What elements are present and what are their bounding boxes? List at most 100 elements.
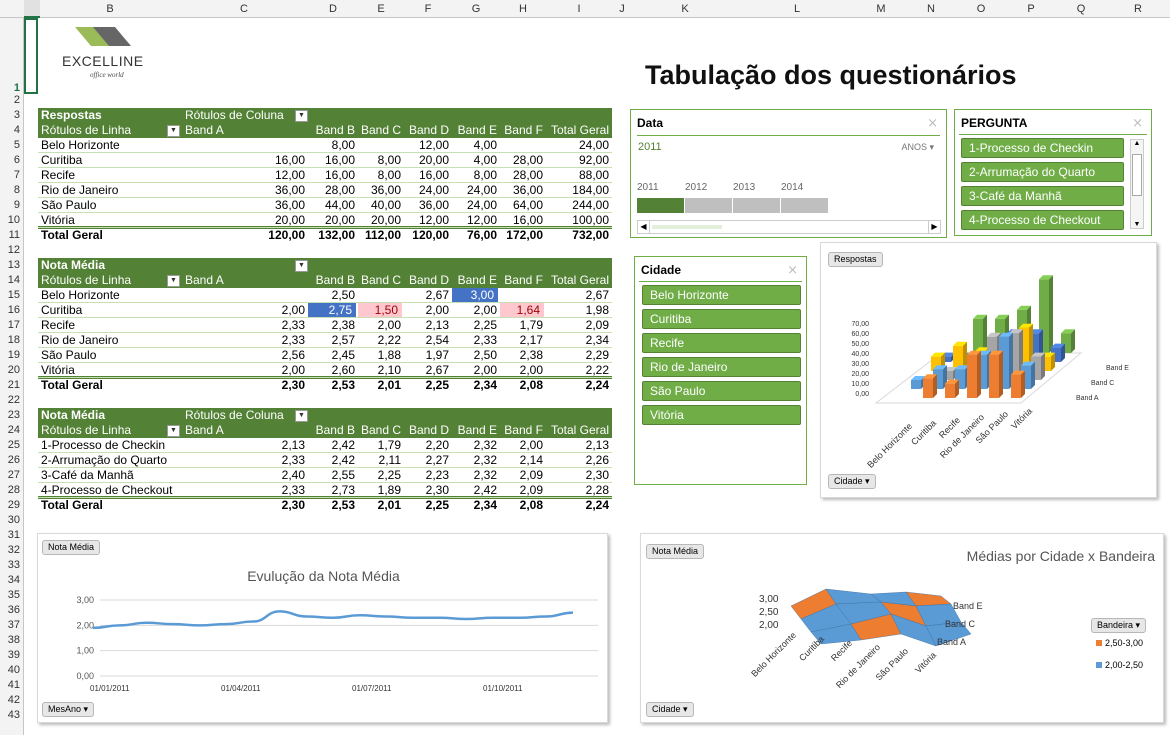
column-label[interactable]: J [612,3,632,15]
row-label[interactable]: 32 [8,544,20,556]
bar[interactable] [911,380,921,389]
bar-side[interactable] [1071,329,1075,353]
row-label[interactable]: 3 [14,109,20,121]
slicer-item[interactable]: São Paulo [642,381,801,401]
row-label[interactable]: 1 [14,82,20,94]
field-button-mesano[interactable]: MesAno ▾ [42,702,95,717]
clear-filter-icon[interactable]: ⨯ [787,262,798,278]
row-label[interactable]: 26 [8,454,20,466]
row-label[interactable]: 15 [8,289,20,301]
column-label[interactable]: B [40,3,180,15]
chart-medias-cidade-bandeira[interactable]: Nota Média Médias por Cidade x Bandeira … [640,533,1164,723]
bar-side[interactable] [933,374,937,398]
row-label[interactable]: 22 [8,394,20,406]
column-label[interactable]: O [956,3,1006,15]
value-filter-dropdown[interactable]: ▼ [295,260,308,272]
row-label[interactable]: 14 [8,274,20,286]
row-label[interactable]: 29 [8,499,20,511]
row-filter-dropdown[interactable]: ▼ [167,125,180,137]
bar-side[interactable] [999,350,1003,398]
selected-cell-a1[interactable] [24,18,38,94]
slicer-item[interactable]: 3-Café da Manhã [961,186,1124,206]
row-filter-dropdown[interactable]: ▼ [167,425,180,437]
timeline-period[interactable] [685,198,732,213]
bar-side[interactable] [1041,352,1045,380]
slicer-item[interactable]: Vitória [642,405,801,425]
row-label[interactable]: 37 [8,619,20,631]
row-label[interactable]: 31 [8,529,20,541]
row-label[interactable]: 23 [8,409,20,421]
row-label[interactable]: 9 [14,199,20,211]
timeline-scrollbar[interactable]: ◀ ▶ [637,220,941,234]
column-label[interactable]: P [1006,3,1056,15]
column-label[interactable]: C [180,3,308,15]
row-label[interactable]: 12 [8,244,20,256]
slicer-item[interactable]: 1-Processo de Checkin [961,138,1124,158]
column-label[interactable]: E [358,3,404,15]
timeline-period[interactable] [637,198,684,213]
row-label[interactable]: 4 [14,124,20,136]
timeline-period[interactable] [781,198,828,213]
row-label[interactable]: 21 [8,379,20,391]
row-label[interactable]: 42 [8,694,20,706]
row-label[interactable]: 6 [14,154,20,166]
row-label[interactable]: 5 [14,139,20,151]
row-label[interactable]: 43 [8,709,20,721]
bar-side[interactable] [1031,361,1035,389]
bar[interactable] [923,378,933,398]
column-label[interactable]: D [308,3,358,15]
row-label[interactable]: 36 [8,604,20,616]
column-label[interactable]: I [546,3,612,15]
row-label[interactable]: 11 [9,229,20,241]
row-label[interactable]: 33 [8,559,20,571]
bar[interactable] [945,383,955,398]
slicer-data[interactable]: Data ⨯ 2011 ANOS ▾ 2011 2012 2013 2014 ◀ ▶ [630,109,947,238]
clear-filter-icon[interactable]: ⨯ [1132,115,1143,131]
chart-respostas-3d-bar[interactable]: Respostas Cidade ▾ 70,00 60,00 50,00 40,00 3… [820,242,1157,498]
row-label[interactable]: 41 [8,679,20,691]
row-label[interactable]: 13 [8,259,20,271]
slicer-data-level[interactable]: ANOS ▾ [901,142,934,153]
row-label[interactable]: 38 [8,634,20,646]
scroll-thumb[interactable] [652,225,722,229]
slicer-item[interactable]: Recife [642,333,801,353]
column-label[interactable]: K [632,3,738,15]
row-label[interactable]: 20 [8,364,20,376]
row-label[interactable]: 16 [8,304,20,316]
row-label[interactable]: 25 [8,439,20,451]
column-label[interactable]: R [1106,3,1170,15]
row-label[interactable]: 17 [8,319,20,331]
field-button-bandeira[interactable]: Bandeira ▾ [1091,618,1147,633]
column-label[interactable]: G [452,3,500,15]
column-label[interactable]: F [404,3,452,15]
scroll-thumb[interactable] [1132,154,1142,196]
slicer-item[interactable]: 2-Arrumação do Quarto [961,162,1124,182]
scroll-left-icon[interactable]: ◀ [638,221,650,233]
row-label[interactable]: 24 [8,424,20,436]
column-label[interactable]: Q [1056,3,1106,15]
selected-column-a[interactable] [24,0,40,18]
row-label[interactable]: 27 [8,469,20,481]
column-label[interactable]: L [738,3,856,15]
slicer-item[interactable]: Rio de Janeiro [642,357,801,377]
row-label[interactable]: 19 [8,349,20,361]
field-button-cidade[interactable]: Cidade ▾ [646,702,694,717]
row-label[interactable]: 8 [14,184,20,196]
row-label[interactable]: 18 [8,334,20,346]
slicer-item[interactable]: 4-Processo de Checkout [961,210,1124,230]
slicer-scrollbar[interactable]: ▲ ▼ [1130,139,1144,229]
bar-side[interactable] [1049,275,1053,353]
row-label[interactable]: 35 [8,589,20,601]
clear-filter-icon[interactable]: ⨯ [927,115,938,131]
column-label[interactable]: N [906,3,956,15]
bar-side[interactable] [977,350,981,398]
timeline-period[interactable] [733,198,780,213]
row-label[interactable]: 30 [8,514,20,526]
column-label[interactable]: M [856,3,906,15]
bar[interactable] [989,354,999,398]
row-label[interactable]: 39 [8,649,20,661]
bar[interactable] [967,354,977,398]
column-filter-dropdown[interactable]: ▼ [295,110,308,122]
row-label[interactable]: 2 [14,94,20,106]
row-label[interactable]: 34 [8,574,20,586]
